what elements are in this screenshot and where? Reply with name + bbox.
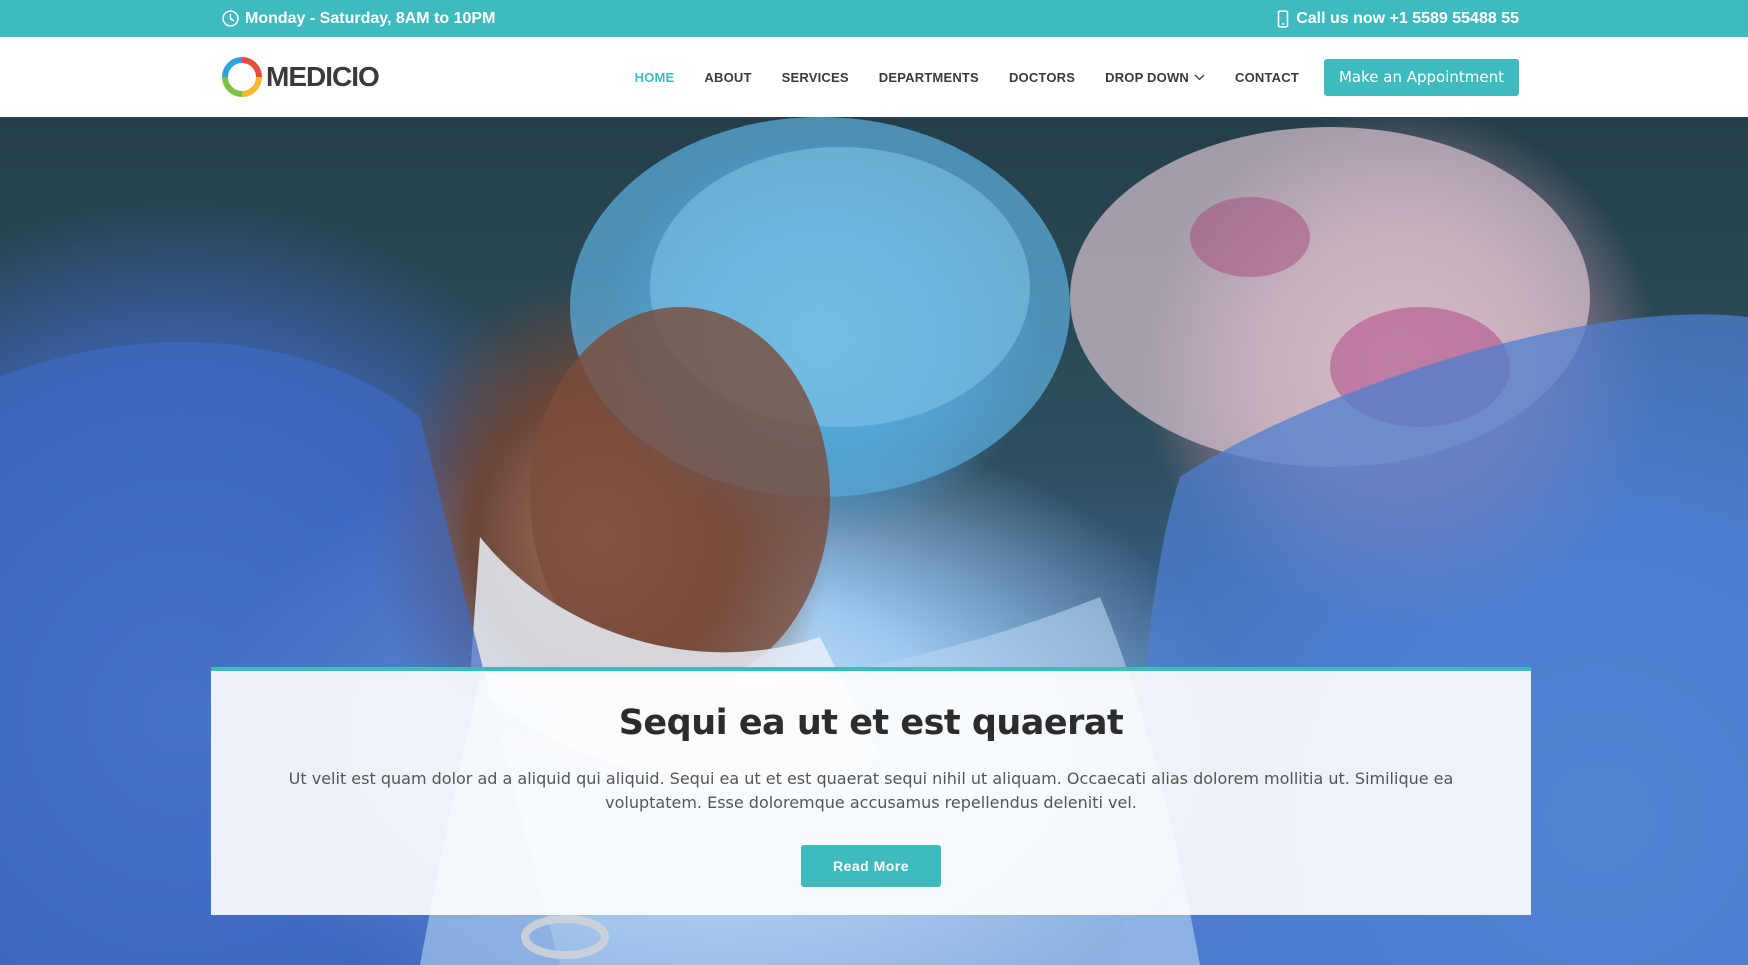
contact-phone[interactable]: Call us now +1 5589 55488 55 <box>1276 10 1519 28</box>
nav-departments[interactable]: DEPARTMENTS <box>879 70 979 85</box>
hero-description: Ut velit est quam dolor ad a aliquid qui… <box>288 769 1454 812</box>
nav-home[interactable]: HOME <box>635 70 675 85</box>
nav-services[interactable]: SERVICES <box>782 70 849 85</box>
site-header: MEDICIO HOME ABOUT SERVICES DEPARTMENTS … <box>0 37 1748 117</box>
business-hours: Monday - Saturday, 8AM to 10PM <box>222 10 495 28</box>
nav-drop-down[interactable]: DROP DOWN <box>1105 70 1205 85</box>
clock-icon <box>222 10 239 27</box>
business-hours-text: Monday - Saturday, 8AM to 10PM <box>245 9 496 27</box>
nav-drop-down-label: DROP DOWN <box>1105 69 1190 85</box>
hero-content-card: Sequi ea ut et est quaerat Ut velit est … <box>211 667 1531 915</box>
logo-ring-icon <box>222 57 262 97</box>
site-logo[interactable]: MEDICIO <box>222 57 380 97</box>
main-nav: HOME ABOUT SERVICES DEPARTMENTS DOCTORS … <box>605 37 1519 117</box>
nav-doctors[interactable]: DOCTORS <box>1009 70 1075 85</box>
hero-title: Sequi ea ut et est quaerat <box>618 703 1124 743</box>
top-bar: Monday - Saturday, 8AM to 10PM Call us n… <box>0 0 1748 37</box>
hero-banner: Sequi ea ut et est quaerat Ut velit est … <box>0 117 1748 965</box>
read-more-button[interactable]: Read More <box>801 845 941 887</box>
nav-about[interactable]: ABOUT <box>704 70 751 85</box>
logo-text: MEDICIO <box>266 61 380 92</box>
phone-icon <box>1277 9 1289 28</box>
contact-phone-text: Call us now +1 5589 55488 55 <box>1296 9 1519 27</box>
nav-contact[interactable]: CONTACT <box>1235 70 1299 85</box>
chevron-down-icon <box>1194 74 1205 80</box>
make-appointment-button[interactable]: Make an Appointment <box>1324 58 1519 96</box>
